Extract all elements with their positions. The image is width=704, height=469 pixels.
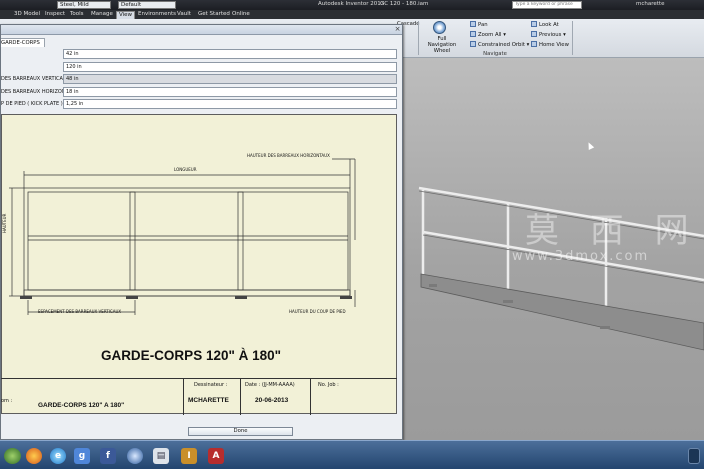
dessinateur-value: MCHARETTE bbox=[188, 397, 229, 404]
navigation-wheel-icon[interactable] bbox=[433, 21, 446, 34]
tab-3d-model[interactable]: 3D Model bbox=[14, 11, 40, 19]
param-row: DES BARREAUX VERTICAUX 48 in bbox=[1, 74, 399, 85]
look-at-label: Look At bbox=[539, 22, 559, 28]
home-view-button[interactable]: Home View bbox=[531, 41, 569, 48]
nom-caption: om : bbox=[1, 398, 13, 404]
zoom-all-icon bbox=[470, 31, 476, 37]
hauteur-coup-label: HAUTEUR DU COUP DE PIED bbox=[289, 309, 346, 314]
search-placeholder: Type a keyword or phrase bbox=[515, 2, 573, 7]
param-row: P DE PIED ( KICK PLATE ) 1,25 in bbox=[1, 99, 399, 110]
navigate-group-label: Navigate bbox=[483, 51, 507, 57]
param-input-hauteur[interactable]: 42 in bbox=[63, 49, 397, 59]
param-input-kick-plate[interactable]: 1,25 in bbox=[63, 99, 397, 109]
tab-inspect[interactable]: Inspect bbox=[45, 11, 65, 19]
job-caption: No. Job : bbox=[318, 382, 339, 388]
ribbon-separator bbox=[418, 21, 419, 55]
param-input-barreaux-verticaux[interactable]: 48 in bbox=[63, 74, 397, 84]
date-value: 20-06-2013 bbox=[255, 397, 289, 404]
job-cell: No. Job : bbox=[310, 379, 397, 415]
home-view-icon bbox=[531, 41, 537, 47]
ie-icon[interactable]: e bbox=[50, 448, 66, 464]
dessinateur-cell: Dessinateur : MCHARETTE bbox=[183, 379, 240, 415]
title-block: om : GARDE-CORPS 120" A 180" Dessinateur… bbox=[1, 378, 397, 415]
dialog-header: × bbox=[1, 25, 402, 35]
tab-manage[interactable]: Manage bbox=[91, 11, 113, 19]
inventor-icon[interactable]: I bbox=[181, 448, 197, 464]
close-icon[interactable]: × bbox=[394, 26, 401, 33]
parameters-dialog: × GARDE-CORPS 42 in 120 in DES BARREAUX … bbox=[0, 24, 403, 440]
facebook-icon[interactable]: f bbox=[100, 448, 116, 464]
param-label-kick-plate: P DE PIED ( KICK PLATE ) bbox=[1, 101, 63, 107]
previous-view-button[interactable]: Previous ▾ bbox=[531, 31, 566, 38]
drawing-sheet: LONGUEUR HAUTEUR HAUTEUR DES BARREAUX HO… bbox=[1, 114, 397, 414]
date-caption: Date : (JJ-MM-AAAA) bbox=[245, 382, 295, 388]
espacement-label: ESPACEMENT DES BARREAUX VERTICAUX bbox=[38, 309, 122, 314]
railing-drawing bbox=[9, 158, 356, 315]
param-row: 42 in bbox=[1, 49, 399, 60]
tab-environments[interactable]: Environments bbox=[138, 11, 176, 19]
material-combo[interactable]: Steel, Mild bbox=[57, 1, 111, 9]
firefox-icon[interactable] bbox=[26, 448, 42, 464]
full-navigation-wheel-button[interactable]: Full Navigation Wheel bbox=[423, 36, 461, 54]
hauteur-barreaux-label: HAUTEUR DES BARREAUX HORIZONTAUX bbox=[247, 153, 330, 158]
material-value: Steel, Mild bbox=[60, 2, 89, 8]
ribbon-tab-bar: 3D Model Inspect Tools Manage View Envir… bbox=[0, 10, 704, 19]
tab-online[interactable]: Online bbox=[232, 11, 250, 19]
google-icon[interactable]: g bbox=[74, 448, 90, 464]
tab-view[interactable]: View bbox=[116, 11, 136, 19]
nom-value: GARDE-CORPS 120" A 180" bbox=[38, 402, 125, 409]
file-title: GC 120 - 180.iam bbox=[380, 1, 429, 7]
param-input-barreaux-horizontal[interactable]: 18 in bbox=[63, 87, 397, 97]
app-title: Autodesk Inventor 2013 bbox=[318, 1, 385, 7]
home-view-label: Home View bbox=[539, 42, 569, 48]
tab-tools[interactable]: Tools bbox=[70, 11, 84, 19]
tab-vault[interactable]: Vault bbox=[177, 11, 191, 19]
autocad-icon[interactable]: A bbox=[208, 448, 224, 464]
watermark-text: 莫 西 网 bbox=[525, 211, 699, 251]
show-desktop-icon[interactable] bbox=[688, 448, 700, 464]
search-input[interactable]: Type a keyword or phrase bbox=[512, 1, 582, 9]
zoom-all-button[interactable]: Zoom All ▾ bbox=[470, 31, 506, 38]
dessinateur-caption: Dessinateur : bbox=[194, 382, 228, 388]
kick-plate bbox=[420, 273, 704, 351]
drawing-main-title: GARDE-CORPS 120" À 180" bbox=[100, 348, 282, 363]
start-button-icon[interactable] bbox=[4, 448, 21, 464]
appearance-value: Default bbox=[121, 2, 142, 8]
look-at-button[interactable]: Look At bbox=[531, 21, 559, 28]
taskbar: e g f ▤ I A bbox=[0, 440, 704, 469]
param-row: DES BARREAUX HORIZONTAL 18 in bbox=[1, 87, 399, 98]
user-name[interactable]: mcharette bbox=[636, 1, 664, 7]
tab-get-started[interactable]: Get Started bbox=[198, 11, 230, 19]
param-input-longueur[interactable]: 120 in bbox=[63, 62, 397, 72]
ribbon-separator bbox=[572, 21, 573, 55]
constrained-orbit-icon bbox=[470, 41, 476, 47]
constrained-orbit-button[interactable]: Constrained Orbit ▾ bbox=[470, 41, 529, 48]
look-at-icon bbox=[531, 21, 537, 27]
pan-icon bbox=[470, 21, 476, 27]
zoom-all-label: Zoom All bbox=[478, 32, 502, 38]
pan-button[interactable]: Pan bbox=[470, 21, 488, 28]
hauteur-label: HAUTEUR bbox=[2, 213, 7, 233]
constrained-orbit-label: Constrained Orbit bbox=[478, 42, 525, 48]
longueur-label: LONGUEUR bbox=[174, 167, 197, 172]
param-row: 120 in bbox=[1, 62, 399, 73]
app-icon[interactable]: ▤ bbox=[153, 448, 169, 464]
param-label-barreaux-verticaux: DES BARREAUX VERTICAUX bbox=[1, 76, 71, 82]
previous-view-icon bbox=[531, 31, 537, 37]
thunderbird-icon[interactable] bbox=[127, 448, 143, 464]
date-cell: Date : (JJ-MM-AAAA) 20-06-2013 bbox=[240, 379, 310, 415]
tab-garde-corps[interactable]: GARDE-CORPS bbox=[1, 38, 45, 47]
appearance-combo[interactable]: Default bbox=[118, 1, 176, 9]
pan-label: Pan bbox=[478, 22, 488, 28]
title-bar: Steel, Mild Default Autodesk Inventor 20… bbox=[0, 0, 704, 10]
previous-view-label: Previous bbox=[539, 32, 562, 38]
watermark-url: www.3dmox.com bbox=[512, 249, 650, 264]
done-button[interactable]: Done bbox=[188, 427, 293, 436]
